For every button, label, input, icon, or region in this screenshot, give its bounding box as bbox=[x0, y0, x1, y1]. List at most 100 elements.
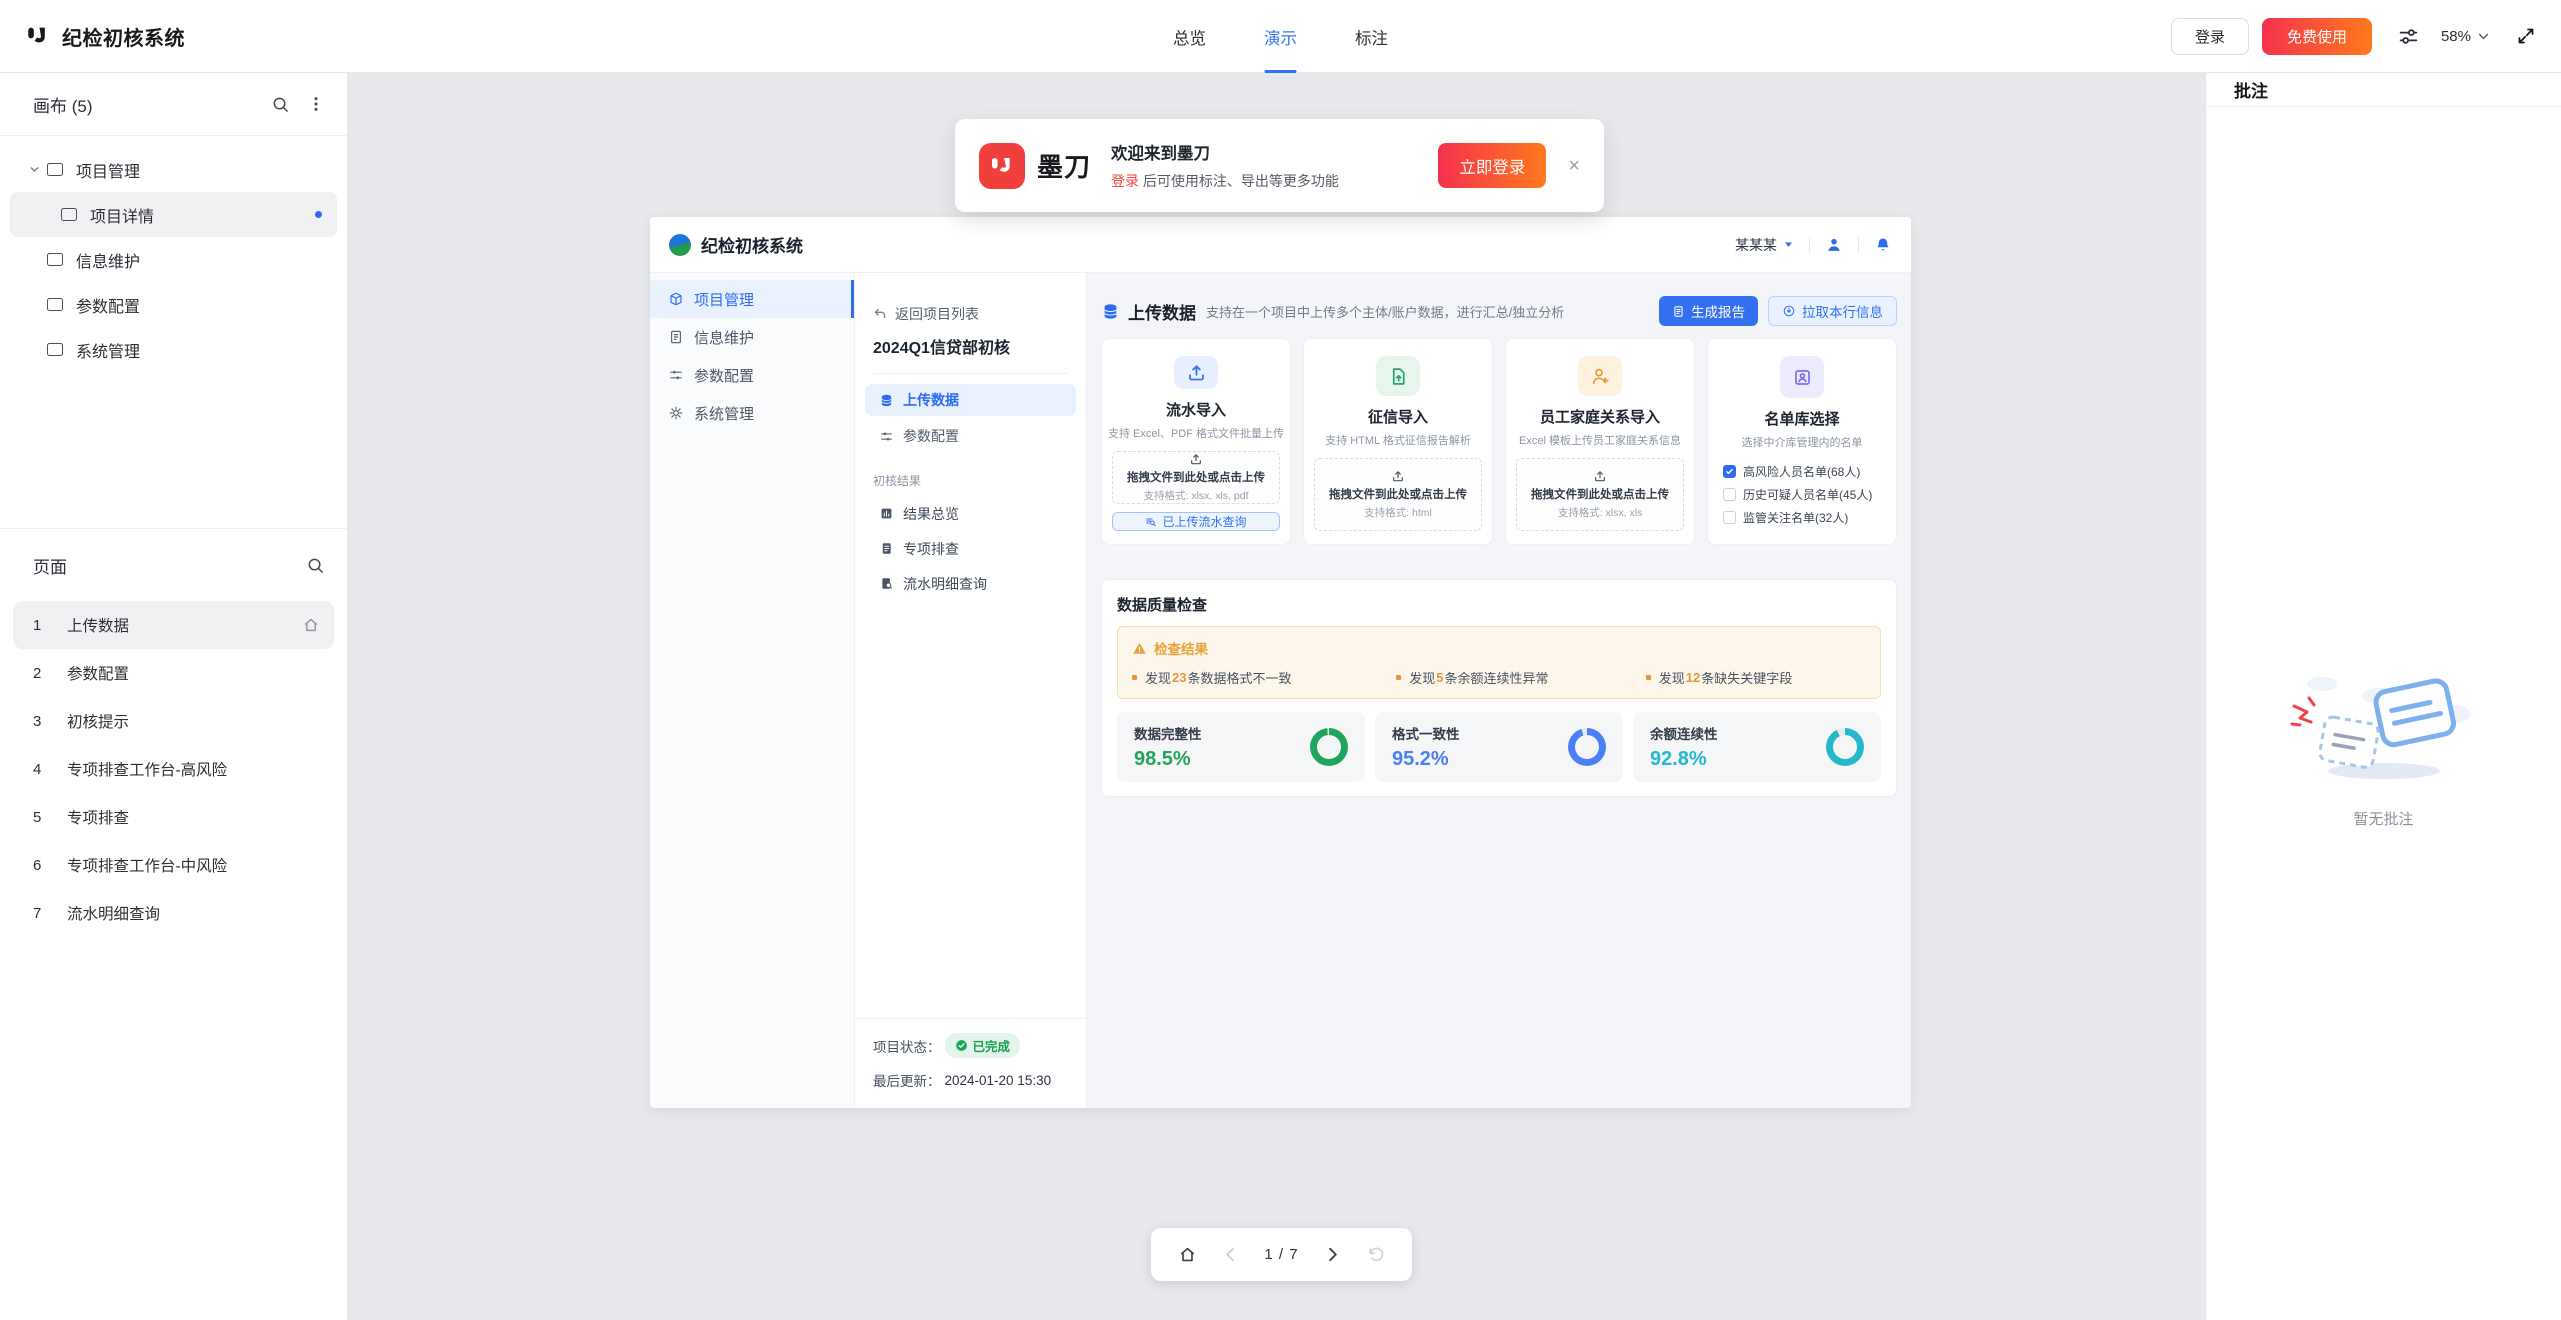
page-number: 7 bbox=[33, 905, 67, 922]
fullscreen-icon[interactable] bbox=[2516, 26, 2536, 46]
more-menu-icon[interactable] bbox=[307, 95, 325, 113]
checkbox-label: 高风险人员名单(68人) bbox=[1743, 463, 1860, 480]
report-icon bbox=[1672, 305, 1685, 318]
generate-report-label: 生成报告 bbox=[1691, 301, 1745, 321]
pages-section-header: 页面 bbox=[0, 528, 347, 601]
checkbox-historic-suspect-list[interactable]: 历史可疑人员名单(45人) bbox=[1723, 485, 1881, 503]
nav-info-maintenance[interactable]: 信息维护 bbox=[650, 318, 854, 356]
nav-project-management[interactable]: 项目管理 bbox=[650, 280, 854, 318]
topbar-actions: 登录 免费使用 58% bbox=[2171, 18, 2536, 55]
app-root: 纪检初核系统 总览 演示 标注 登录 免费使用 58% 画 bbox=[0, 0, 2561, 1320]
page-title: 上传数据 bbox=[1128, 299, 1196, 324]
card-desc: 选择中介库管理内的名单 bbox=[1742, 434, 1863, 450]
project-nav-panel: 返回项目列表 2024Q1信贷部初核 上传数据 参数配置 bbox=[855, 273, 1087, 1108]
page-item-4[interactable]: 4 专项排查工作台-高风险 bbox=[13, 745, 334, 793]
restart-icon[interactable] bbox=[1366, 1245, 1385, 1264]
nav-special-investigation[interactable]: 专项排查 bbox=[865, 531, 1076, 566]
annotations-panel: 批注 bbox=[2205, 73, 2561, 1320]
file-dropzone[interactable]: 拖拽文件到此处或点击上传 支持格式: xlsx, xls, pdf bbox=[1112, 451, 1280, 504]
nav-upload-data[interactable]: 上传数据 bbox=[865, 384, 1076, 416]
page-item-7[interactable]: 7 流水明细查询 bbox=[13, 889, 334, 937]
warning-icon bbox=[1132, 641, 1147, 656]
bullet-dot bbox=[1396, 675, 1401, 680]
modao-banner-logo bbox=[979, 143, 1025, 189]
tree-item-project-management[interactable]: 项目管理 bbox=[10, 147, 337, 192]
tree-item-parameter-config[interactable]: 参数配置 bbox=[10, 282, 337, 327]
tab-present[interactable]: 演示 bbox=[1261, 0, 1300, 73]
checkbox-regulator-watchlist[interactable]: 监管关注名单(32人) bbox=[1723, 508, 1881, 526]
page-label: 专项排查工作台-中风险 bbox=[67, 854, 227, 876]
file-dropzone[interactable]: 拖拽文件到此处或点击上传 支持格式: xlsx, xls bbox=[1516, 458, 1684, 531]
nav-results-overview[interactable]: 结果总览 bbox=[865, 496, 1076, 531]
quality-title: 数据质量检查 bbox=[1117, 594, 1881, 615]
uploaded-query-button[interactable]: 已上传流水查询 bbox=[1112, 512, 1280, 531]
tree-item-info-maintenance[interactable]: 信息维护 bbox=[10, 237, 337, 282]
prototype-header: 纪检初核系统 某某某 bbox=[650, 217, 1911, 273]
presentation-canvas: 墨刀 欢迎来到墨刀 登录 后可使用标注、导出等更多功能 立即登录 × 纪检初核系… bbox=[348, 73, 2205, 1320]
nav-system-management[interactable]: 系统管理 bbox=[650, 394, 854, 432]
page-item-5[interactable]: 5 专项排查 bbox=[13, 793, 334, 841]
login-link[interactable]: 登录 bbox=[1111, 173, 1139, 189]
checkbox-high-risk-list[interactable]: 高风险人员名单(68人) bbox=[1723, 462, 1881, 480]
sliders-icon bbox=[879, 429, 894, 444]
tree-item-project-detail[interactable]: 项目详情 bbox=[10, 192, 337, 237]
chevron-down-icon bbox=[2477, 30, 2490, 43]
login-button[interactable]: 登录 bbox=[2171, 18, 2249, 55]
file-dropzone[interactable]: 拖拽文件到此处或点击上传 支持格式: html bbox=[1314, 458, 1482, 531]
results-section-label: 初核结果 bbox=[855, 456, 1086, 489]
upload-icon bbox=[1593, 469, 1607, 483]
finding-missing-fields: 发现 12 条缺失关键字段 bbox=[1646, 668, 1866, 687]
prev-page-icon[interactable] bbox=[1221, 1245, 1240, 1264]
back-to-project-list[interactable]: 返回项目列表 bbox=[873, 304, 1068, 324]
uploaded-query-label: 已上传流水查询 bbox=[1162, 513, 1246, 530]
nav-label: 参数配置 bbox=[694, 365, 754, 386]
card-title: 流水导入 bbox=[1166, 399, 1226, 420]
login-now-button[interactable]: 立即登录 bbox=[1438, 143, 1546, 188]
welcome-banner: 墨刀 欢迎来到墨刀 登录 后可使用标注、导出等更多功能 立即登录 × bbox=[955, 119, 1604, 212]
preferences-icon[interactable] bbox=[2398, 26, 2419, 47]
search-icon[interactable] bbox=[306, 556, 325, 575]
page-item-3[interactable]: 3 初核提示 bbox=[13, 697, 334, 745]
user-menu[interactable]: 某某某 bbox=[1735, 235, 1794, 255]
card-watchlist-select: 名单库选择 选择中介库管理内的名单 高风险人员名单(68人) 历史可疑人员名单(… bbox=[1707, 338, 1897, 545]
nav-transaction-detail-query[interactable]: 流水明细查询 bbox=[865, 566, 1076, 601]
nav-parameter-config-2[interactable]: 参数配置 bbox=[865, 420, 1076, 452]
page-item-6[interactable]: 6 专项排查工作台-中风险 bbox=[13, 841, 334, 889]
home-button-icon[interactable] bbox=[1178, 1245, 1197, 1264]
tab-overview[interactable]: 总览 bbox=[1170, 0, 1209, 73]
user-icon[interactable] bbox=[1825, 236, 1843, 254]
findings-row: 发现 23 条数据格式不一致 发现 5 条余额连续性异常 发现 12 条缺失关键… bbox=[1132, 668, 1866, 687]
fetch-bank-info-button[interactable]: 拉取本行信息 bbox=[1768, 296, 1897, 326]
card-family-relation-import: 员工家庭关系导入 Excel 模板上传员工家庭关系信息 拖拽文件到此处或点击上传… bbox=[1505, 338, 1695, 545]
generate-report-button[interactable]: 生成报告 bbox=[1659, 296, 1758, 326]
tree-item-system-management[interactable]: 系统管理 bbox=[10, 327, 337, 372]
page-item-1[interactable]: 1 上传数据 bbox=[13, 601, 334, 649]
donut-chart bbox=[1826, 728, 1864, 766]
checkbox-checked-icon bbox=[1723, 465, 1736, 478]
chevron-down-icon[interactable] bbox=[28, 163, 41, 176]
page-item-2[interactable]: 2 参数配置 bbox=[13, 649, 334, 697]
nav-label: 系统管理 bbox=[694, 403, 754, 424]
zoom-control[interactable]: 58% bbox=[2441, 28, 2490, 45]
next-page-icon[interactable] bbox=[1323, 1245, 1342, 1264]
status-badge: 已完成 bbox=[945, 1033, 1021, 1058]
upload-icon bbox=[1174, 356, 1218, 389]
tab-annotate[interactable]: 标注 bbox=[1352, 0, 1391, 73]
checkbox-unchecked-icon bbox=[1723, 488, 1736, 501]
metric-value: 92.8% bbox=[1650, 748, 1718, 771]
page-number: 4 bbox=[33, 761, 67, 778]
free-trial-button[interactable]: 免费使用 bbox=[2262, 18, 2372, 55]
dropzone-title: 拖拽文件到此处或点击上传 bbox=[1329, 486, 1467, 502]
nav-parameter-config[interactable]: 参数配置 bbox=[650, 356, 854, 394]
bell-icon[interactable] bbox=[1874, 236, 1892, 254]
status-value: 已完成 bbox=[973, 1036, 1011, 1055]
bullet-dot bbox=[1646, 675, 1651, 680]
page-label: 流水明细查询 bbox=[67, 902, 160, 924]
close-icon[interactable]: × bbox=[1568, 156, 1580, 176]
divider bbox=[1858, 237, 1859, 253]
card-credit-import: 征信导入 支持 HTML 格式征信报告解析 拖拽文件到此处或点击上传 支持格式:… bbox=[1303, 338, 1493, 545]
canvas-section-header: 画布 (5) bbox=[0, 73, 347, 136]
search-icon[interactable] bbox=[271, 95, 290, 114]
frame-icon bbox=[47, 343, 63, 356]
home-page-icon bbox=[302, 616, 320, 634]
